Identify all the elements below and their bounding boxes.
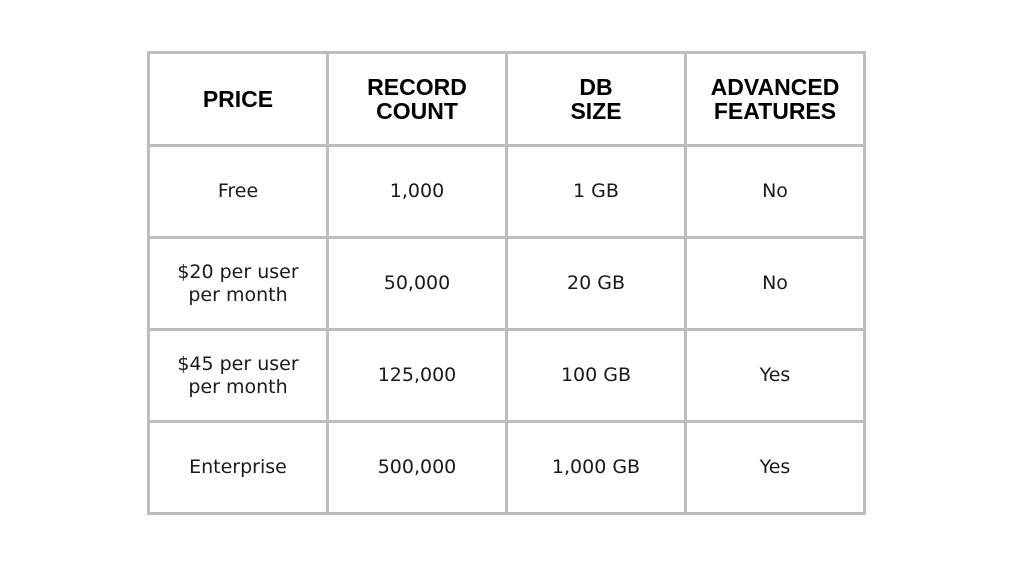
cell-record-count: 125,000 bbox=[326, 328, 508, 423]
cell-db-size: 1,000 GB bbox=[505, 420, 687, 515]
cell-price: Free bbox=[147, 144, 329, 239]
cell-record-count: 50,000 bbox=[326, 236, 508, 331]
cell-price-line: $20 per user bbox=[177, 260, 299, 283]
cell-advanced-features: No bbox=[684, 144, 866, 239]
cell-advanced-features: No bbox=[684, 236, 866, 331]
header-record-count: RECORD COUNT bbox=[326, 51, 508, 147]
cell-db-size: 1 GB bbox=[505, 144, 687, 239]
header-price-text: PRICE bbox=[202, 86, 274, 112]
cell-db-size: 20 GB bbox=[505, 236, 687, 331]
cell-record-count: 1,000 bbox=[326, 144, 508, 239]
cell-advanced-features: Yes bbox=[684, 420, 866, 515]
header-db-line2: SIZE bbox=[570, 98, 622, 124]
header-db-size: DB SIZE bbox=[505, 51, 687, 147]
header-record-line2: COUNT bbox=[376, 98, 458, 124]
header-adv-line1: ADVANCED bbox=[710, 74, 840, 100]
cell-price: Enterprise bbox=[147, 420, 329, 515]
header-record-line1: RECORD bbox=[367, 74, 467, 100]
header-price: PRICE bbox=[147, 51, 329, 147]
table-row: Enterprise 500,000 1,000 GB Yes bbox=[147, 420, 866, 515]
header-advanced-features: ADVANCED FEATURES bbox=[684, 51, 866, 147]
cell-price: $20 per user per month bbox=[147, 236, 329, 331]
header-adv-line2: FEATURES bbox=[713, 98, 837, 124]
cell-price: $45 per user per month bbox=[147, 328, 329, 423]
pricing-table: PRICE RECORD COUNT DB SIZE ADVANCED FEATURE… bbox=[147, 51, 866, 515]
cell-price-line: per month bbox=[188, 283, 288, 306]
cell-db-size: 100 GB bbox=[505, 328, 687, 423]
cell-price-line: $45 per user bbox=[177, 352, 299, 375]
cell-record-count: 500,000 bbox=[326, 420, 508, 515]
cell-price-line: Enterprise bbox=[189, 456, 287, 478]
header-db-line1: DB bbox=[579, 74, 613, 100]
header-row: PRICE RECORD COUNT DB SIZE ADVANCED FEATURE… bbox=[147, 51, 866, 147]
cell-price-line: Free bbox=[217, 180, 259, 202]
table-row: $45 per user per month 125,000 100 GB Yes bbox=[147, 328, 866, 423]
table-row: Free 1,000 1 GB No bbox=[147, 144, 866, 239]
table-row: $20 per user per month 50,000 20 GB No bbox=[147, 236, 866, 331]
cell-advanced-features: Yes bbox=[684, 328, 866, 423]
cell-price-line: per month bbox=[188, 375, 288, 398]
